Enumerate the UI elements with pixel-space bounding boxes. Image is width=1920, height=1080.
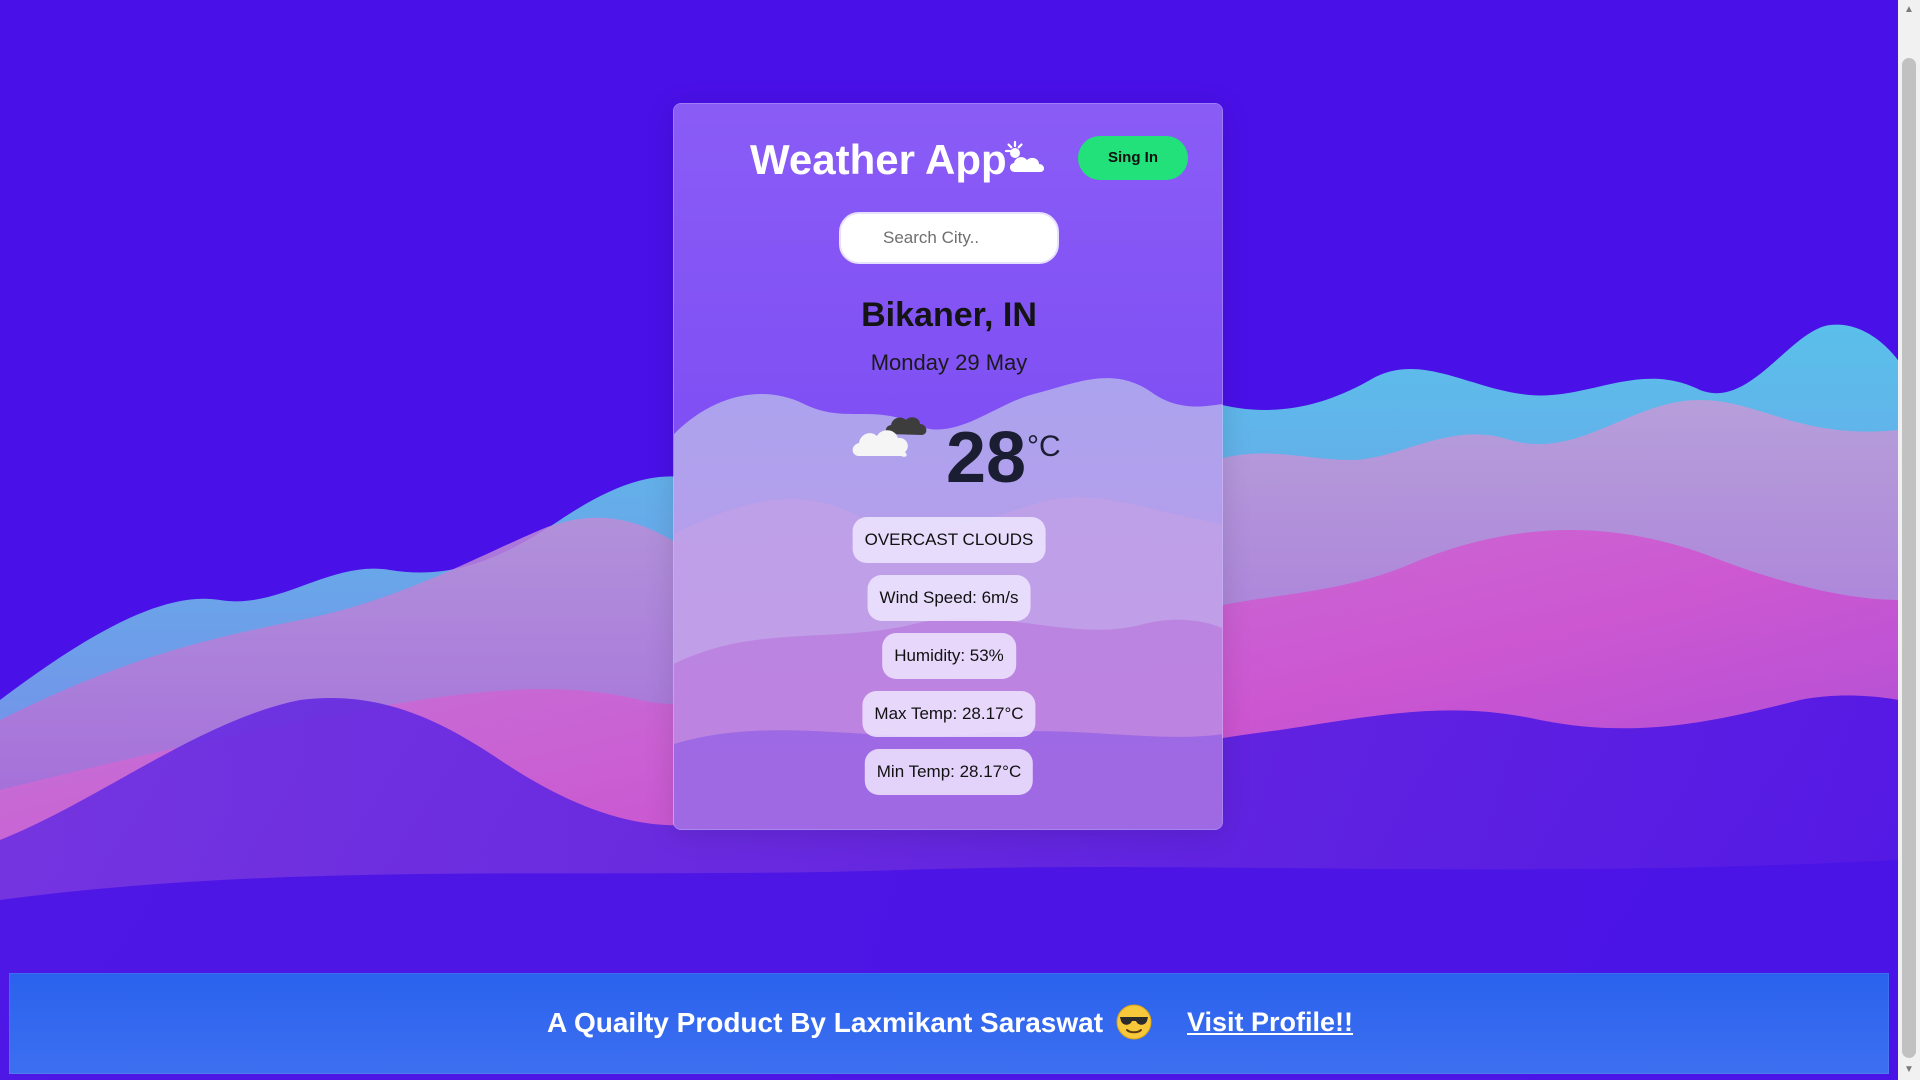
weather-description: OVERCAST CLOUDS [852, 517, 1046, 563]
date-label: Monday 29 May [870, 350, 1028, 375]
sign-in-button[interactable]: Sing In [1078, 136, 1188, 180]
location-label: Bikaner, IN [861, 296, 1037, 334]
scroll-down-arrow-icon[interactable]: ▼ [1898, 1060, 1920, 1080]
overcast-clouds-icon [852, 417, 927, 457]
sun-cloud-icon [1004, 140, 1045, 172]
max-temp-badge: Max Temp: 28.17°C [862, 691, 1036, 737]
scroll-up-arrow-icon[interactable]: ▲ [1898, 0, 1920, 20]
app-title: Weather App [750, 136, 1007, 183]
visit-profile-link[interactable]: Visit Profile!! [1187, 1007, 1353, 1038]
temperature-value: 28 [946, 418, 1027, 498]
weather-card: Weather App Sing In Bikaner, IN Monday 2… [673, 103, 1223, 830]
wind-speed-badge: Wind Speed: 6m/s [867, 575, 1031, 621]
scrollbar-thumb[interactable] [1902, 58, 1916, 1058]
vertical-scrollbar[interactable]: ▲ ▼ [1898, 0, 1920, 1080]
min-temp-badge: Min Temp: 28.17°C [864, 749, 1034, 795]
humidity-badge: Humidity: 53% [882, 633, 1016, 679]
page-background: Weather App Sing In Bikaner, IN Monday 2… [0, 0, 1898, 1080]
search-city-input[interactable] [839, 212, 1059, 264]
temperature-unit: °C [1027, 430, 1061, 463]
footer-banner: A Quailty Product By Laxmikant Saraswat … [9, 973, 1889, 1074]
sunglasses-face-icon [1116, 1004, 1152, 1040]
footer-credit-text: A Quailty Product By Laxmikant Saraswat [547, 1007, 1104, 1038]
